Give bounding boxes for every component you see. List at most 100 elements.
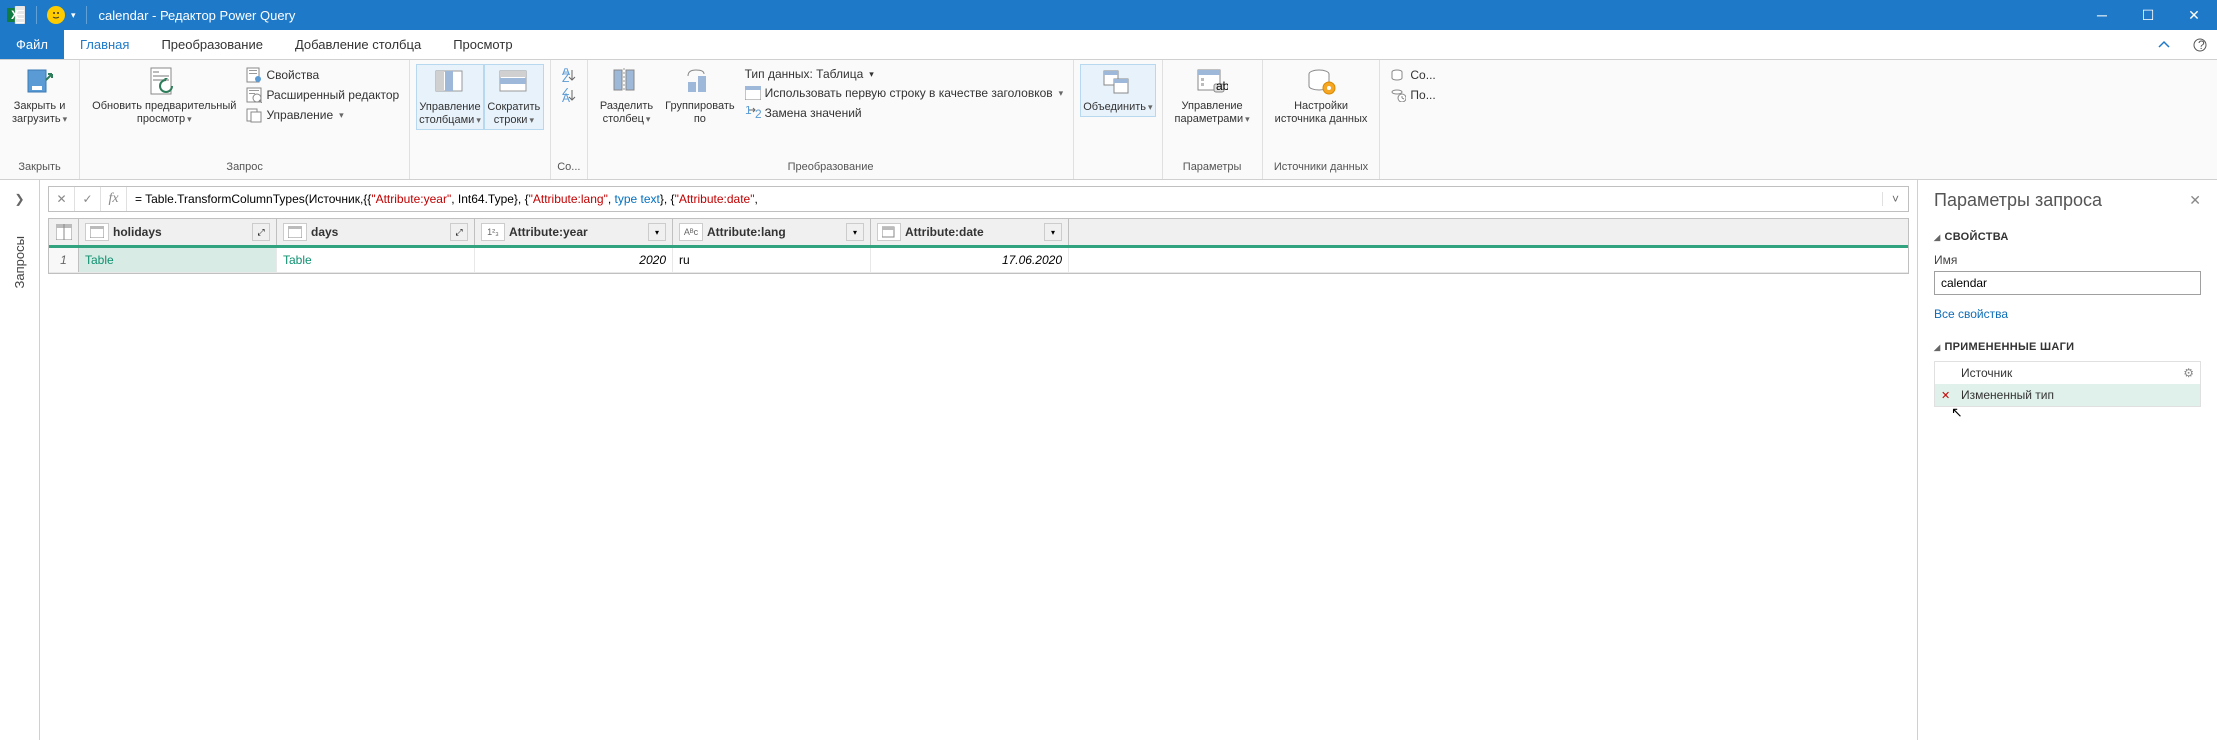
ribbon-group-sources: Настройки источника данных Источники дан… bbox=[1263, 60, 1381, 179]
manage-params-button[interactable]: abc Управление параметрами bbox=[1169, 64, 1256, 128]
tab-add-column[interactable]: Добавление столбца bbox=[279, 30, 437, 59]
column-header-days[interactable]: days ⤢ bbox=[277, 219, 475, 245]
step-source[interactable]: Источник ⚙ bbox=[1935, 362, 2200, 384]
ribbon-group-combine: Объединить bbox=[1074, 60, 1162, 179]
recent-sources-button[interactable]: По... bbox=[1386, 86, 1439, 104]
sort-desc-button[interactable]: ZA bbox=[557, 86, 581, 104]
caption-buttons: ─ ☐ ✕ bbox=[2079, 0, 2217, 30]
reduce-rows-icon bbox=[498, 67, 530, 99]
query-name-input[interactable] bbox=[1934, 271, 2201, 295]
pane-close-icon[interactable]: ✕ bbox=[2189, 192, 2201, 209]
manage-button[interactable]: Управление bbox=[242, 106, 403, 124]
new-source-button[interactable]: Со... bbox=[1386, 66, 1439, 84]
ribbon-group-close: Закрыть и загрузить Закрыть bbox=[0, 60, 80, 179]
name-label: Имя bbox=[1934, 253, 2201, 267]
data-grid: holidays ⤢ days ⤢ 1²₃ Attribute:year ▾ A… bbox=[48, 218, 1909, 274]
table-row[interactable]: 1 Table Table 2020 ru 17.06.2020 bbox=[49, 248, 1908, 273]
cell-lang[interactable]: ru bbox=[673, 248, 871, 272]
column-header-holidays[interactable]: holidays ⤢ bbox=[79, 219, 277, 245]
group-label-cols bbox=[416, 161, 544, 179]
row-number[interactable]: 1 bbox=[49, 248, 79, 272]
first-row-headers-button[interactable]: Использовать первую строку в качестве за… bbox=[741, 84, 1068, 102]
group-label-query: Запрос bbox=[86, 161, 403, 179]
tab-file[interactable]: Файл bbox=[0, 30, 64, 59]
pane-title: Параметры запроса bbox=[1934, 190, 2102, 211]
split-column-icon bbox=[610, 66, 642, 98]
filter-dropdown-icon[interactable]: ▾ bbox=[648, 223, 666, 241]
tab-view[interactable]: Просмотр bbox=[437, 30, 528, 59]
expand-queries-icon[interactable]: ❯ bbox=[14, 192, 24, 206]
step-gear-icon[interactable]: ⚙ bbox=[2183, 366, 2194, 380]
properties-button[interactable]: Свойства bbox=[242, 66, 403, 84]
sort-desc-icon: ZA bbox=[561, 87, 577, 103]
tab-home[interactable]: Главная bbox=[64, 30, 145, 59]
split-column-button[interactable]: Разделить столбец bbox=[594, 64, 659, 128]
group-by-button[interactable]: Группировать по bbox=[659, 64, 741, 128]
type-date-icon bbox=[877, 223, 901, 241]
close-button[interactable]: ✕ bbox=[2171, 0, 2217, 30]
ribbon: Закрыть и загрузить Закрыть Обновить пре… bbox=[0, 60, 2217, 180]
minimize-button[interactable]: ─ bbox=[2079, 0, 2125, 30]
smiley-dropdown[interactable]: ▾ bbox=[71, 10, 76, 21]
properties-section-header[interactable]: СВОЙСТВА bbox=[1934, 231, 2201, 243]
close-and-load-button[interactable]: Закрыть и загрузить bbox=[6, 64, 73, 128]
all-properties-link[interactable]: Все свойства bbox=[1934, 307, 2008, 321]
queries-panel-collapsed[interactable]: ❯ Запросы bbox=[0, 180, 40, 740]
reduce-rows-button[interactable]: Сократить строки bbox=[484, 64, 544, 130]
ribbon-tabs: Файл Главная Преобразование Добавление с… bbox=[0, 30, 2217, 60]
formula-accept-icon[interactable]: ✓ bbox=[75, 187, 101, 211]
type-table-icon bbox=[85, 223, 109, 241]
sort-asc-icon: AZ bbox=[561, 67, 577, 83]
formula-input[interactable]: = Table.TransformColumnTypes(Источник,{{… bbox=[127, 192, 1882, 206]
ribbon-group-columns: Управление столбцами Сократить строки bbox=[410, 60, 551, 179]
type-table-icon bbox=[283, 223, 307, 241]
group-label-sort: Со... bbox=[557, 161, 581, 179]
column-header-lang[interactable]: Aᴮc Attribute:lang ▾ bbox=[673, 219, 871, 245]
delete-step-icon[interactable]: ✕ bbox=[1941, 389, 1955, 402]
sort-asc-button[interactable]: AZ bbox=[557, 66, 581, 84]
expand-column-icon[interactable]: ⤢ bbox=[252, 223, 270, 241]
title-bar: X ▾ calendar - Редактор Power Query ─ ☐ … bbox=[0, 0, 2217, 30]
row-number-header[interactable] bbox=[49, 219, 79, 245]
filter-dropdown-icon[interactable]: ▾ bbox=[846, 223, 864, 241]
tab-transform[interactable]: Преобразование bbox=[145, 30, 279, 59]
collapse-ribbon-icon[interactable] bbox=[2145, 30, 2183, 59]
svg-text:Z: Z bbox=[562, 71, 569, 82]
applied-steps-header[interactable]: ПРИМЕНЕННЫЕ ШАГИ bbox=[1934, 341, 2201, 353]
first-row-icon bbox=[745, 85, 761, 101]
advanced-editor-icon bbox=[246, 87, 262, 103]
cell-days[interactable]: Table bbox=[277, 248, 475, 272]
ribbon-group-query: Обновить предварительный просмотр Свойст… bbox=[80, 60, 410, 179]
refresh-icon bbox=[148, 66, 180, 98]
close-load-icon bbox=[24, 66, 56, 98]
filter-dropdown-icon[interactable]: ▾ bbox=[1044, 223, 1062, 241]
svg-text:1: 1 bbox=[745, 106, 752, 117]
formula-fx-icon[interactable]: fx bbox=[101, 187, 127, 211]
cell-holidays[interactable]: Table bbox=[79, 248, 277, 272]
maximize-button[interactable]: ☐ bbox=[2125, 0, 2171, 30]
cell-year[interactable]: 2020 bbox=[475, 248, 673, 272]
cell-date[interactable]: 17.06.2020 bbox=[871, 248, 1069, 272]
expand-column-icon[interactable]: ⤢ bbox=[450, 223, 468, 241]
step-changed-type[interactable]: ✕ Измененный тип ↖ bbox=[1935, 384, 2200, 406]
data-type-button[interactable]: Тип данных: Таблица▾ bbox=[741, 66, 1068, 82]
column-header-date[interactable]: Attribute:date ▾ bbox=[871, 219, 1069, 245]
manage-columns-icon bbox=[434, 67, 466, 99]
advanced-editor-button[interactable]: Расширенный редактор bbox=[242, 86, 403, 104]
formula-bar: ✕ ✓ fx = Table.TransformColumnTypes(Исто… bbox=[48, 186, 1909, 212]
formula-cancel-icon[interactable]: ✕ bbox=[49, 187, 75, 211]
merge-queries-button[interactable]: Объединить bbox=[1080, 64, 1155, 117]
formula-expand-icon[interactable]: ˅ bbox=[1882, 192, 1908, 206]
app-body: ❯ Запросы ✕ ✓ fx = Table.TransformColumn… bbox=[0, 180, 2217, 740]
manage-columns-button[interactable]: Управление столбцами bbox=[416, 64, 484, 130]
replace-values-button[interactable]: 12 Замена значений bbox=[741, 104, 1068, 122]
merge-icon bbox=[1102, 67, 1134, 99]
smiley-icon[interactable] bbox=[47, 6, 65, 24]
group-label-params: Параметры bbox=[1169, 161, 1256, 179]
help-icon[interactable]: ? bbox=[2183, 30, 2217, 59]
svg-text:2: 2 bbox=[755, 107, 761, 120]
data-source-settings-button[interactable]: Настройки источника данных bbox=[1269, 64, 1374, 128]
column-header-year[interactable]: 1²₃ Attribute:year ▾ bbox=[475, 219, 673, 245]
svg-text:A: A bbox=[562, 91, 570, 102]
refresh-preview-button[interactable]: Обновить предварительный просмотр bbox=[86, 64, 242, 128]
